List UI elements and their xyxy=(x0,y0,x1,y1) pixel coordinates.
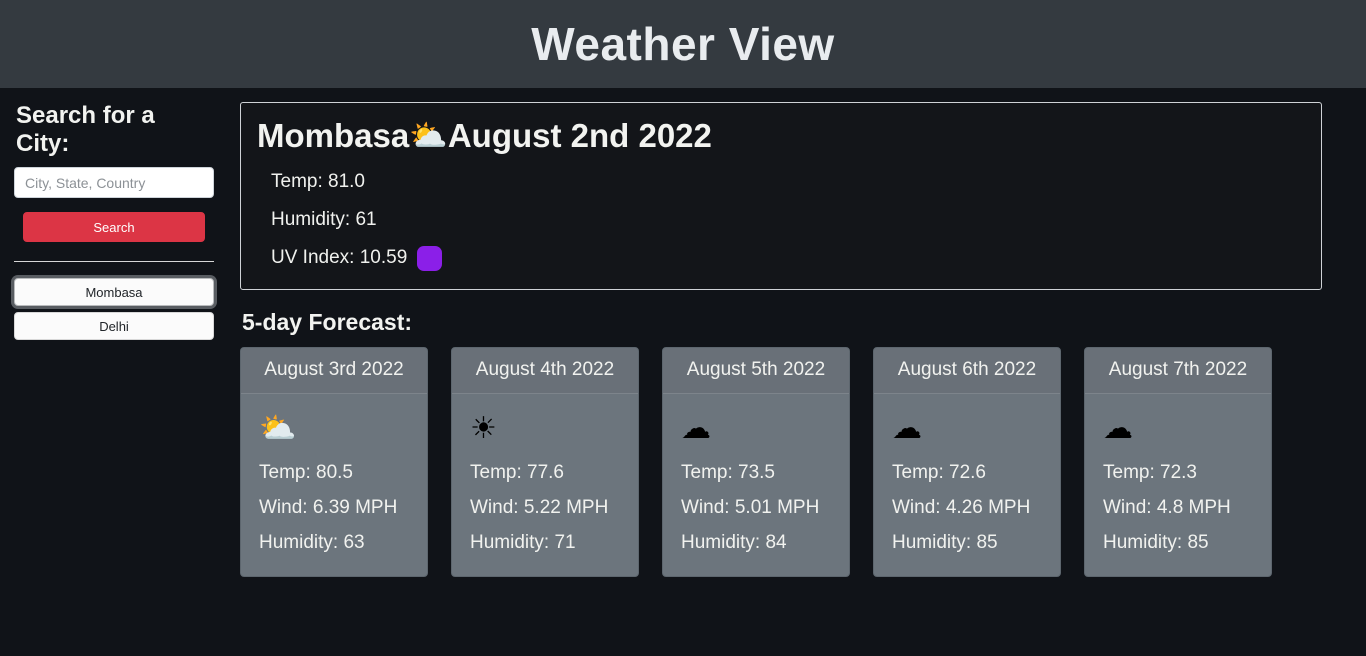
current-city-name: Mombasa xyxy=(257,117,410,154)
main-content: Mombasa ⛅ August 2nd 2022 Temp: 81.0 Hum… xyxy=(228,88,1366,578)
forecast-date: August 4th 2022 xyxy=(452,348,638,394)
forecast-humidity: Humidity: 84 xyxy=(681,531,787,553)
forecast-wind: Wind: 6.39 MPH xyxy=(259,496,398,518)
forecast-temp: Temp: 77.6 xyxy=(470,461,564,483)
current-uv-index: UV Index: 10.59 xyxy=(271,247,408,269)
current-uv-row: UV Index: 10.59 xyxy=(271,245,1305,271)
city-history-list: Mombasa Delhi xyxy=(14,278,214,341)
current-temp: Temp: 81.0 xyxy=(271,171,365,193)
search-input[interactable] xyxy=(14,167,214,199)
forecast-card: August 5th 2022 ☁ Temp: 73.5 Wind: 5.01 … xyxy=(662,347,850,578)
forecast-date: August 3rd 2022 xyxy=(241,348,427,394)
forecast-wind: Wind: 4.26 MPH xyxy=(892,496,1031,518)
forecast-card: August 4th 2022 ☀ Temp: 77.6 Wind: 5.22 … xyxy=(451,347,639,578)
forecast-temp: Temp: 72.6 xyxy=(892,461,986,483)
forecast-date: August 5th 2022 xyxy=(663,348,849,394)
forecast-humidity: Humidity: 71 xyxy=(470,531,576,553)
current-date: August 2nd 2022 xyxy=(447,117,712,154)
forecast-card: August 6th 2022 ☁ Temp: 72.6 Wind: 4.26 … xyxy=(873,347,1061,578)
forecast-wind: Wind: 5.01 MPH xyxy=(681,496,820,518)
forecast-humidity: Humidity: 85 xyxy=(892,531,998,553)
forecast-card-body: ☁ Temp: 72.3 Wind: 4.8 MPH Humidity: 85 xyxy=(1085,394,1271,576)
forecast-card: August 3rd 2022 ⛅ Temp: 80.5 Wind: 6.39 … xyxy=(240,347,428,578)
forecast-card-body: ☁ Temp: 73.5 Wind: 5.01 MPH Humidity: 84 xyxy=(663,394,849,576)
uv-severity-badge xyxy=(417,245,443,271)
forecast-temp: Temp: 72.3 xyxy=(1103,461,1197,483)
sun-behind-cloud-icon: ⛅ xyxy=(409,118,448,154)
forecast-card-body: ☁ Temp: 72.6 Wind: 4.26 MPH Humidity: 85 xyxy=(874,394,1060,576)
sidebar-divider xyxy=(14,261,214,263)
current-weather-heading: Mombasa ⛅ August 2nd 2022 xyxy=(257,115,1305,156)
sun-behind-cloud-icon: ⛅ xyxy=(259,411,297,445)
forecast-date: August 7th 2022 xyxy=(1085,348,1271,394)
search-button[interactable]: Search xyxy=(23,212,205,243)
current-humidity: Humidity: 61 xyxy=(271,209,377,230)
forecast-list: August 3rd 2022 ⛅ Temp: 80.5 Wind: 6.39 … xyxy=(240,347,1322,578)
forecast-heading: 5-day Forecast: xyxy=(242,308,413,335)
forecast-card: August 7th 2022 ☁ Temp: 72.3 Wind: 4.8 M… xyxy=(1084,347,1272,578)
sidebar: Search for a City: Search Mombasa Delhi xyxy=(0,88,228,346)
forecast-card-body: ☀ Temp: 77.6 Wind: 5.22 MPH Humidity: 71 xyxy=(452,394,638,576)
forecast-temp: Temp: 73.5 xyxy=(681,461,775,483)
current-weather-card: Mombasa ⛅ August 2nd 2022 Temp: 81.0 Hum… xyxy=(240,102,1322,290)
forecast-date: August 6th 2022 xyxy=(874,348,1060,394)
cloud-icon: ☁ xyxy=(681,411,711,445)
app-header: Weather View xyxy=(0,0,1366,88)
city-history-item-delhi[interactable]: Delhi xyxy=(14,312,214,341)
forecast-temp: Temp: 80.5 xyxy=(259,461,353,483)
forecast-humidity: Humidity: 63 xyxy=(259,531,365,553)
forecast-wind: Wind: 5.22 MPH xyxy=(470,496,609,518)
main-layout: Search for a City: Search Mombasa Delhi … xyxy=(0,88,1366,656)
forecast-humidity: Humidity: 85 xyxy=(1103,531,1209,553)
forecast-card-body: ⛅ Temp: 80.5 Wind: 6.39 MPH Humidity: 63 xyxy=(241,394,427,576)
cloud-icon: ☁ xyxy=(1103,411,1133,445)
forecast-wind: Wind: 4.8 MPH xyxy=(1103,496,1231,518)
sidebar-heading: Search for a City: xyxy=(16,102,155,157)
page-title: Weather View xyxy=(531,18,835,70)
sun-icon: ☀ xyxy=(470,411,497,445)
cloud-icon: ☁ xyxy=(892,411,922,445)
city-history-item-mombasa[interactable]: Mombasa xyxy=(14,278,214,307)
